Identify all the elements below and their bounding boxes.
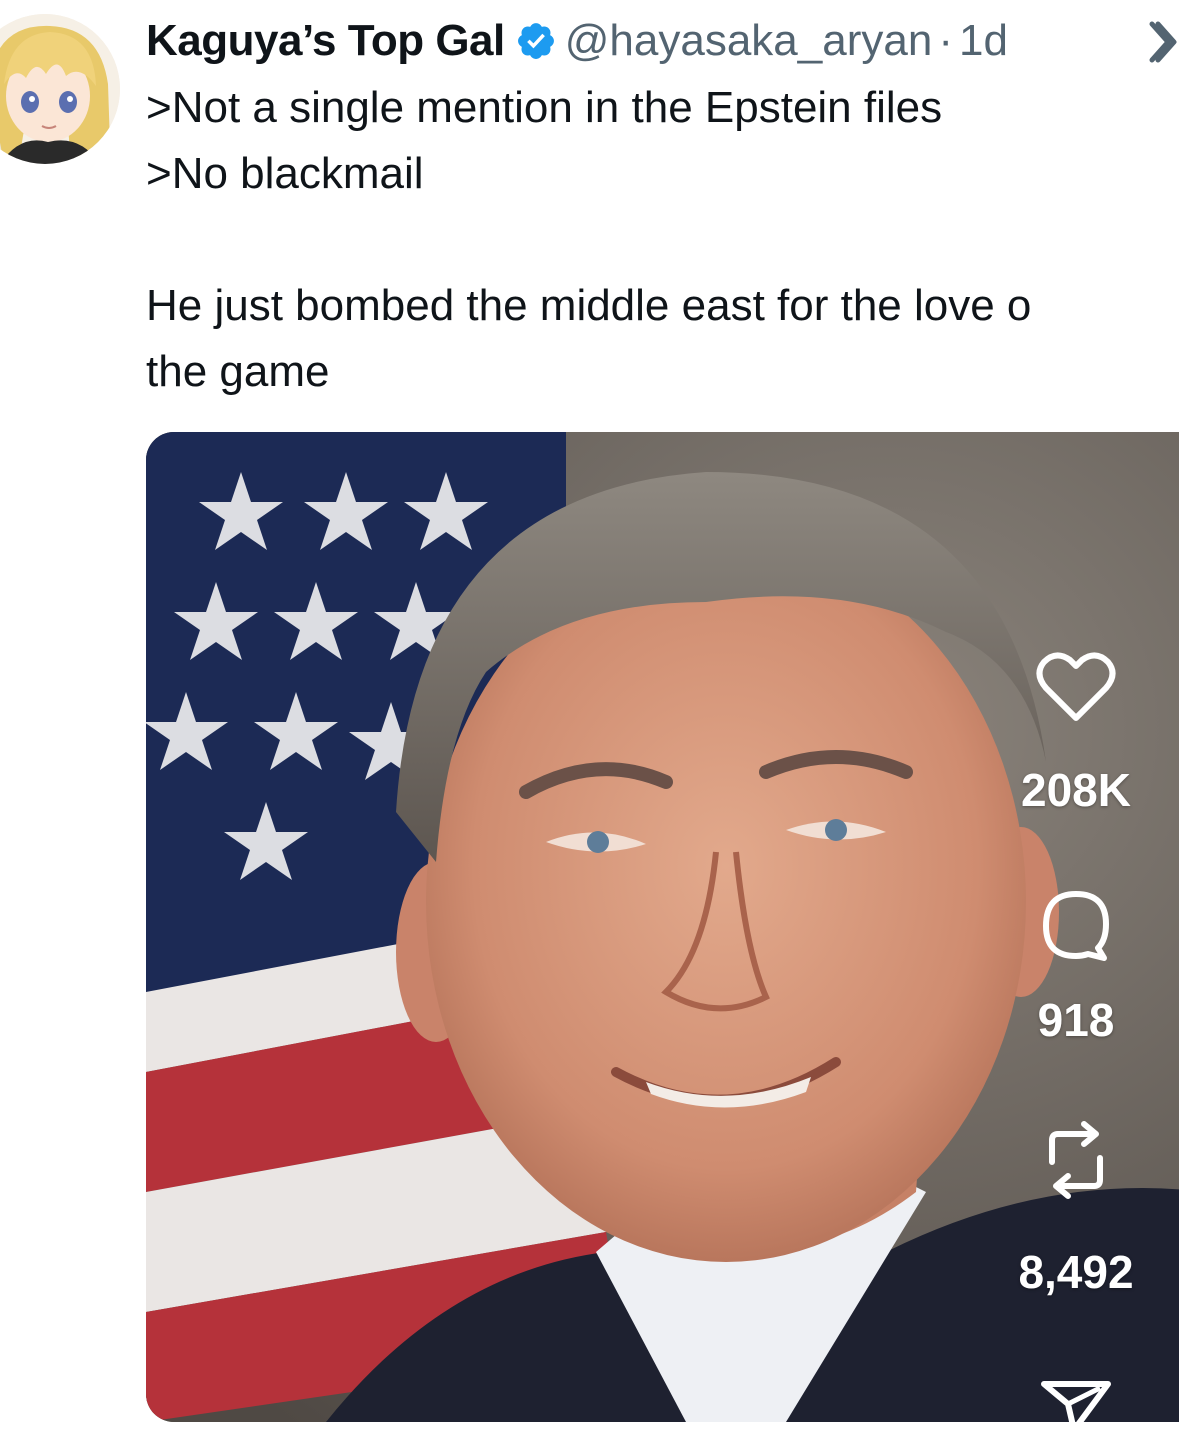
tweet-header: Kaguya’s Top Gal @hayasaka_aryan · 1d bbox=[146, 10, 1008, 72]
like-button[interactable] bbox=[1000, 652, 1152, 724]
repost-button[interactable] bbox=[1000, 1118, 1152, 1202]
tweet-text-line: He just bombed the middle east for the l… bbox=[146, 281, 1032, 330]
avatar[interactable] bbox=[0, 14, 120, 164]
share-button[interactable] bbox=[1000, 1372, 1152, 1434]
timestamp[interactable]: 1d bbox=[959, 10, 1008, 72]
tweet-text-line: >No blackmail bbox=[146, 149, 424, 198]
tweet-view: Kaguya’s Top Gal @hayasaka_aryan · 1d >N… bbox=[0, 0, 1179, 1438]
send-icon bbox=[1041, 1381, 1111, 1433]
repost-icon bbox=[1049, 1121, 1103, 1199]
repost-count: 8,492 bbox=[1018, 1246, 1134, 1298]
like-count: 208K bbox=[1021, 764, 1131, 816]
display-name[interactable]: Kaguya’s Top Gal bbox=[146, 10, 505, 72]
chevron-right-icon[interactable] bbox=[1148, 14, 1179, 70]
anime-girl-avatar-icon bbox=[0, 14, 120, 164]
reply-count: 918 bbox=[1037, 994, 1115, 1046]
user-handle[interactable]: @hayasaka_aryan bbox=[565, 10, 933, 72]
comment-bubble-icon bbox=[1043, 891, 1109, 961]
tweet-text-line: >Not a single mention in the Epstein fil… bbox=[146, 83, 943, 132]
reply-button[interactable] bbox=[1000, 888, 1152, 964]
verified-badge-icon bbox=[517, 23, 554, 59]
heart-icon bbox=[1036, 652, 1116, 721]
tweet-text-line: the game bbox=[146, 347, 330, 396]
separator-dot: · bbox=[938, 16, 953, 65]
